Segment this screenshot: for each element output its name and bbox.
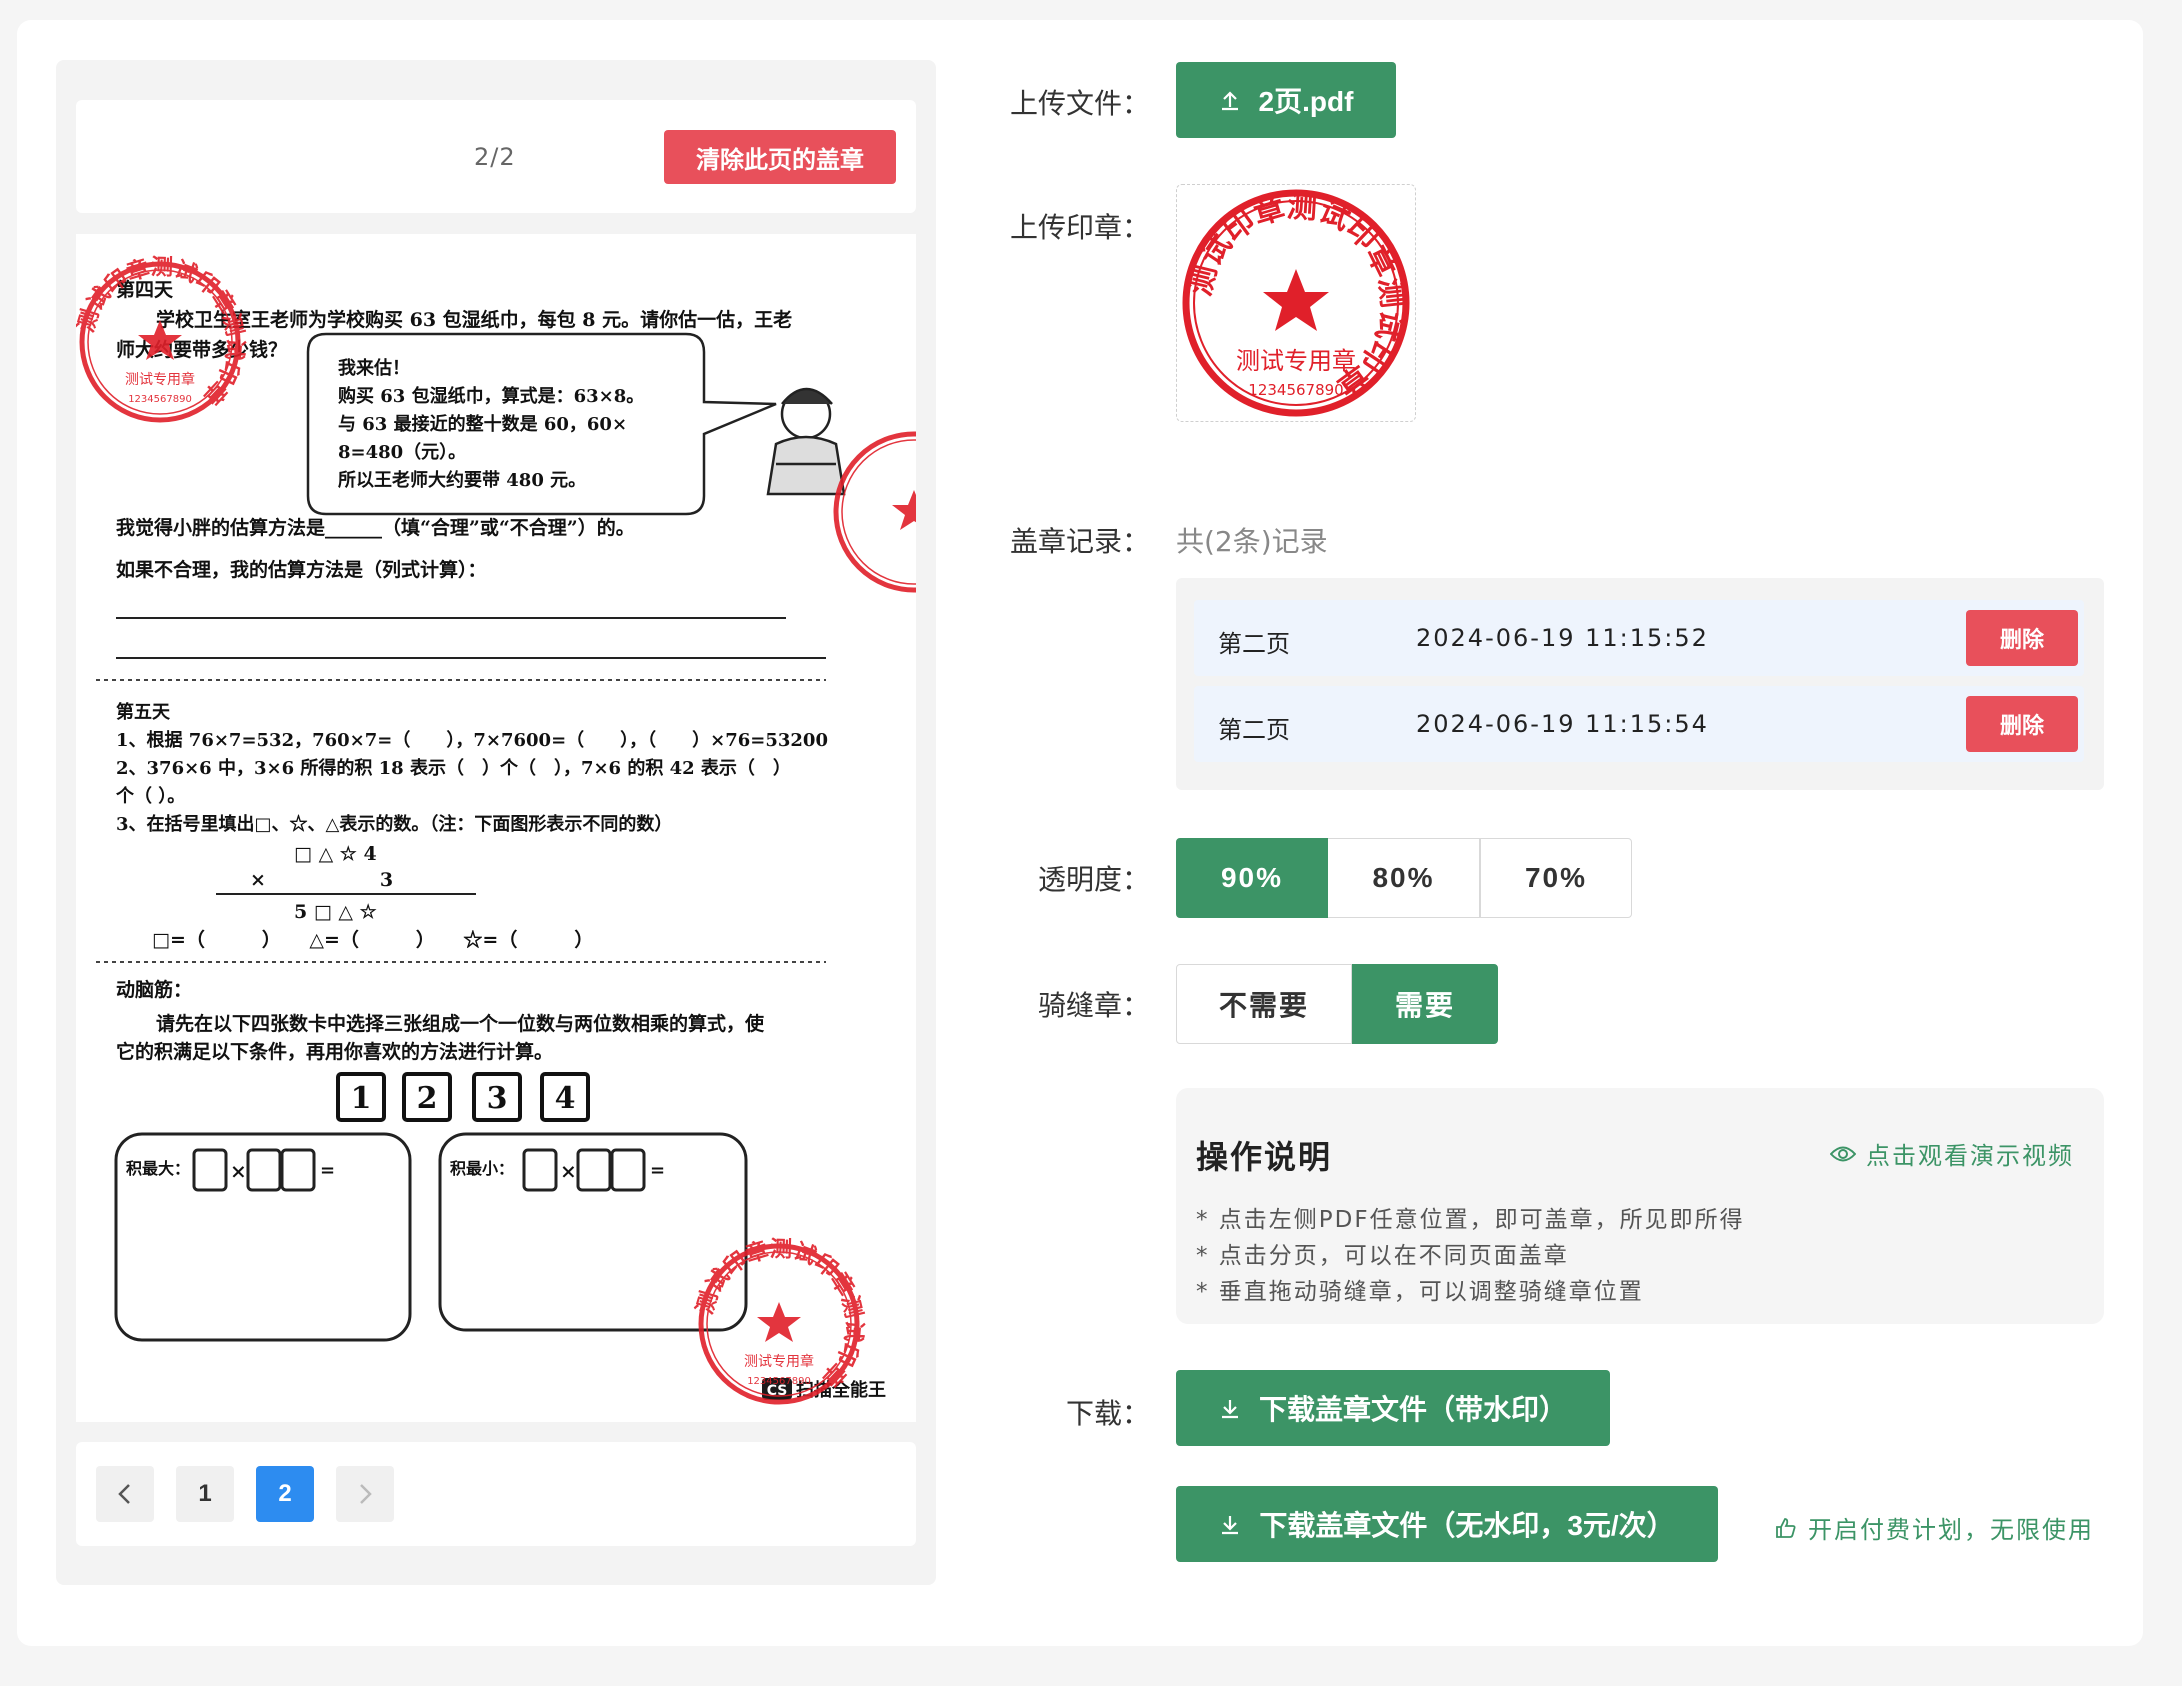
demo-video-text: 点击观看演示视频 xyxy=(1866,1142,2074,1170)
day5-question-1: 1、根据 76×7=532，760×7=（ ），7×7600=（ ），（ ）×7… xyxy=(116,729,828,751)
stamp-code-text: 1234567890 xyxy=(1248,381,1343,399)
day5-title: 第五天 xyxy=(116,701,171,723)
delete-record-button[interactable]: 删除 xyxy=(1966,610,2078,666)
download-watermark-button[interactable]: 下载盖章文件（带水印） xyxy=(1176,1370,1610,1446)
chevron-right-icon xyxy=(360,1484,372,1504)
bubble-line-4: 8=480（元）。 xyxy=(338,442,466,463)
instruction-line: * 垂直拖动骑缝章，可以调整骑缝章位置 xyxy=(1196,1279,1644,1305)
box-max-label: 积最大： xyxy=(126,1159,190,1178)
stamp-image: 测试印章测试印章测试印章 测试专用章 1234567890 xyxy=(1182,189,1410,417)
record-time: 2024-06-19 11:15:52 xyxy=(1416,624,1709,652)
stamp-code-text: 1234567890 xyxy=(747,1376,811,1387)
stamp-center-text: 测试专用章 xyxy=(125,371,195,388)
box-min-label: 积最小： xyxy=(450,1159,514,1178)
record-row: 第二页 2024-06-19 11:15:52 删除 xyxy=(1194,600,2084,676)
stamp-center-text: 测试专用章 xyxy=(1236,347,1356,375)
page-indicator: 2/2 xyxy=(474,143,516,171)
record-page: 第二页 xyxy=(1218,630,1290,658)
clear-page-stamps-button[interactable]: 清除此页的盖章 xyxy=(664,130,896,184)
svg-text:=: = xyxy=(320,1160,335,1181)
day4-question-2: 我觉得小胖的估算方法是______（填“合理”或“不合理”）的。 xyxy=(116,516,635,539)
svg-text:×: × xyxy=(230,1159,247,1183)
seam-option-no[interactable]: 不需要 xyxy=(1176,964,1352,1044)
stamp-center-text: 测试专用章 xyxy=(744,1353,814,1370)
placed-stamp[interactable]: 测试印章测试印章测试印章 测试专用章 1234567890 xyxy=(76,254,248,423)
number-card: 1 xyxy=(351,1081,372,1116)
record-page: 第二页 xyxy=(1218,716,1290,744)
paid-plan-text: 开启付费计划，无限使用 xyxy=(1808,1516,2094,1544)
opacity-option-70[interactable]: 70% xyxy=(1480,838,1632,918)
eye-icon xyxy=(1830,1146,1856,1161)
upload-file-label: 上传文件： xyxy=(1009,87,1150,120)
calc-row-3: 5 □ △ ☆ xyxy=(294,901,377,923)
svg-text:=: = xyxy=(650,1160,665,1181)
prev-page-button[interactable] xyxy=(96,1466,154,1522)
stamp-code-text: 1234567890 xyxy=(128,394,192,405)
download-icon xyxy=(1221,1400,1238,1419)
download-label: 下载： xyxy=(1065,1397,1150,1430)
opacity-option-80[interactable]: 80% xyxy=(1328,838,1480,918)
number-card: 3 xyxy=(487,1081,508,1116)
upload-icon xyxy=(1221,91,1238,111)
upload-file-button[interactable]: 2页.pdf xyxy=(1176,62,1396,138)
brain-title: 动脑筋： xyxy=(116,978,192,1001)
thumbs-up-icon xyxy=(1776,1517,1796,1538)
page-button-1[interactable]: 1 xyxy=(176,1466,234,1522)
delete-record-button[interactable]: 删除 xyxy=(1966,696,2078,752)
bubble-line-3: 与 63 最接近的整十数是 60，60× xyxy=(338,413,627,435)
download-clean-button[interactable]: 下载盖章文件（无水印，3元/次） xyxy=(1176,1486,1718,1562)
number-card: 4 xyxy=(555,1081,576,1116)
calc-row-1: □ △ ☆ 4 xyxy=(294,843,377,865)
download-watermark-text: 下载盖章文件（带水印） xyxy=(1258,1394,1567,1425)
pdf-page-render[interactable]: 第四天 学校卫生室王老师为学校购买 63 包湿纸巾，每包 8 元。请你估一估，王… xyxy=(76,234,916,1422)
chevron-left-icon xyxy=(118,1484,130,1504)
records-list: 第二页 2024-06-19 11:15:52 删除 第二页 2024-06-1… xyxy=(1176,578,2104,790)
pdf-page-canvas[interactable]: 第四天 学校卫生室王老师为学校购买 63 包湿纸巾，每包 8 元。请你估一估，王… xyxy=(76,234,916,1422)
svg-text:×: × xyxy=(560,1159,577,1183)
record-row: 第二页 2024-06-19 11:15:54 删除 xyxy=(1194,686,2084,762)
answer-boxes: 积最大： × = 积最小： × = xyxy=(114,1132,748,1342)
next-page-button[interactable] xyxy=(336,1466,394,1522)
page-button-2[interactable]: 2 xyxy=(256,1466,314,1522)
demo-video-link[interactable]: 点击观看演示视频 xyxy=(1830,1136,2074,1171)
seam-stamp-label: 骑缝章： xyxy=(1037,989,1150,1022)
number-cards: 1 2 3 4 xyxy=(336,1072,590,1122)
cartoon-boy-illustration xyxy=(766,387,846,496)
bubble-line-1: 我来估！ xyxy=(338,357,410,379)
calc-row-2: × 3 xyxy=(250,869,393,891)
day5-question-2: 2、376×6 中，3×6 所得的积 18 表示（ ）个（ ），7×6 的积 4… xyxy=(116,757,791,779)
brain-question-b: 它的积满足以下条件，再用你喜欢的方法进行计算。 xyxy=(116,1040,553,1063)
upload-stamp-label: 上传印章： xyxy=(1009,211,1150,244)
opacity-option-90[interactable]: 90% xyxy=(1176,838,1328,918)
download-icon xyxy=(1222,1516,1239,1535)
day5-question-2b: 个（ ）。 xyxy=(115,785,185,807)
record-time: 2024-06-19 11:15:54 xyxy=(1416,710,1709,738)
day5-question-3: 3、在括号里填出□、☆、△表示的数。（注：下面图形表示不同的数） xyxy=(116,813,672,835)
instructions-panel: 操作说明 点击观看演示视频 * 点击左侧PDF任意位置，即可盖章，所见即所得 *… xyxy=(1176,1088,2104,1324)
seam-stamp[interactable] xyxy=(833,431,916,593)
instruction-line: * 点击左侧PDF任意位置，即可盖章，所见即所得 xyxy=(1196,1207,1745,1233)
calc-answers: □=（ ） △=（ ） ☆=（ ） xyxy=(152,928,593,951)
pagination: 1 2 xyxy=(76,1442,916,1546)
day4-question-1: 学校卫生室王老师为学校购买 63 包湿纸巾，每包 8 元。请你估一估，王老 xyxy=(156,308,792,331)
bubble-line-2: 购买 63 包湿纸巾，算式是：63×8。 xyxy=(338,385,644,407)
uploaded-file-name: 2页.pdf xyxy=(1258,86,1354,117)
brain-question: 请先在以下四张数卡中选择三张组成一个一位数与两位数相乘的算式，使 xyxy=(156,1012,765,1035)
paid-plan-link[interactable]: 开启付费计划，无限使用 xyxy=(1774,1510,2094,1545)
download-clean-text: 下载盖章文件（无水印，3元/次） xyxy=(1259,1510,1675,1541)
seam-option-yes[interactable]: 需要 xyxy=(1352,964,1498,1044)
records-summary: 共(2条)记录 xyxy=(1176,525,1328,558)
bubble-line-5: 所以王老师大约要带 480 元。 xyxy=(338,469,586,491)
day4-question-3: 如果不合理，我的估算方法是（列式计算）： xyxy=(116,558,487,581)
instructions-title: 操作说明 xyxy=(1196,1138,1333,1176)
day4-question-1b: 师大约要带多少钱？ xyxy=(116,338,287,361)
records-label: 盖章记录： xyxy=(1009,525,1150,558)
opacity-label: 透明度： xyxy=(1037,863,1150,896)
number-card: 2 xyxy=(417,1081,438,1116)
stamp-upload-preview[interactable]: 测试印章测试印章测试印章 测试专用章 1234567890 xyxy=(1176,184,1416,422)
instruction-line: * 点击分页，可以在不同页面盖章 xyxy=(1196,1243,1569,1269)
